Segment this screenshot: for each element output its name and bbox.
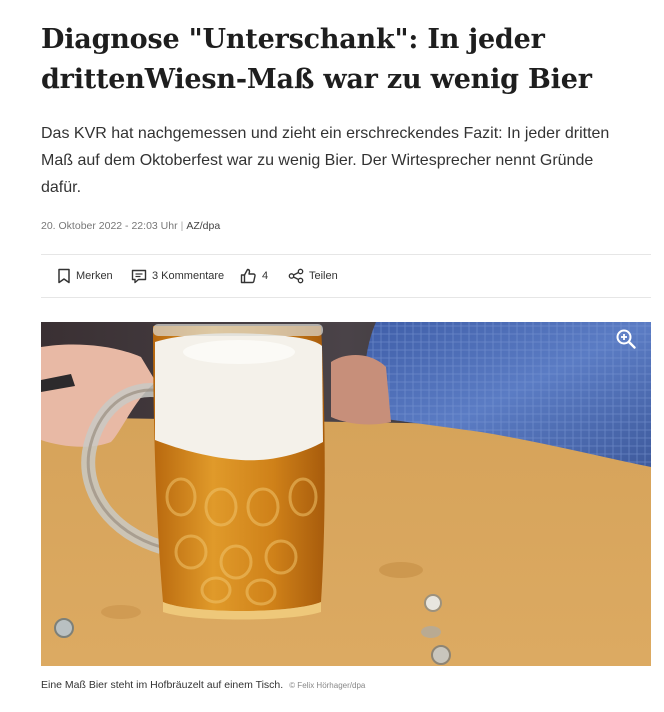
share-button[interactable]: Teilen bbox=[288, 268, 338, 284]
publish-date: 20. Oktober 2022 - 22:03 Uhr bbox=[41, 220, 178, 232]
merken-label: Merken bbox=[76, 270, 113, 282]
comments-label: 3 Kommentare bbox=[152, 270, 225, 282]
photo-credit: © Felix Hörhager/dpa bbox=[289, 681, 366, 690]
beer-mug-photo bbox=[41, 322, 651, 666]
bookmark-icon bbox=[57, 268, 71, 284]
meta-separator: | bbox=[180, 220, 184, 232]
merken-button[interactable]: Merken bbox=[57, 268, 113, 284]
article-meta: 20. Oktober 2022 - 22:03 Uhr | AZ/dpa bbox=[41, 220, 220, 232]
like-count: 4 bbox=[262, 270, 269, 282]
zoom-button[interactable] bbox=[615, 328, 637, 350]
author: AZ/dpa bbox=[186, 220, 221, 232]
like-button[interactable]: 4 bbox=[240, 268, 268, 284]
article-image[interactable] bbox=[41, 322, 651, 666]
share-label: Teilen bbox=[309, 270, 338, 282]
comment-icon bbox=[131, 269, 147, 284]
image-caption: Eine Maß Bier steht im Hofbräuzelt auf e… bbox=[41, 679, 365, 691]
article-lead: Das KVR hat nachgemessen und zieht ein e… bbox=[41, 125, 610, 196]
caption-text: Eine Maß Bier steht im Hofbräuzelt auf e… bbox=[41, 679, 284, 691]
article-headline: Diagnose "Unterschank": In jeder dritten… bbox=[41, 24, 592, 95]
thumbs-up-icon bbox=[240, 268, 257, 284]
share-icon bbox=[288, 268, 304, 284]
comments-button[interactable]: 3 Kommentare bbox=[131, 269, 224, 284]
action-bar: Merken 3 Kommentare 4 Teilen bbox=[41, 254, 651, 298]
zoom-in-icon bbox=[615, 329, 637, 354]
